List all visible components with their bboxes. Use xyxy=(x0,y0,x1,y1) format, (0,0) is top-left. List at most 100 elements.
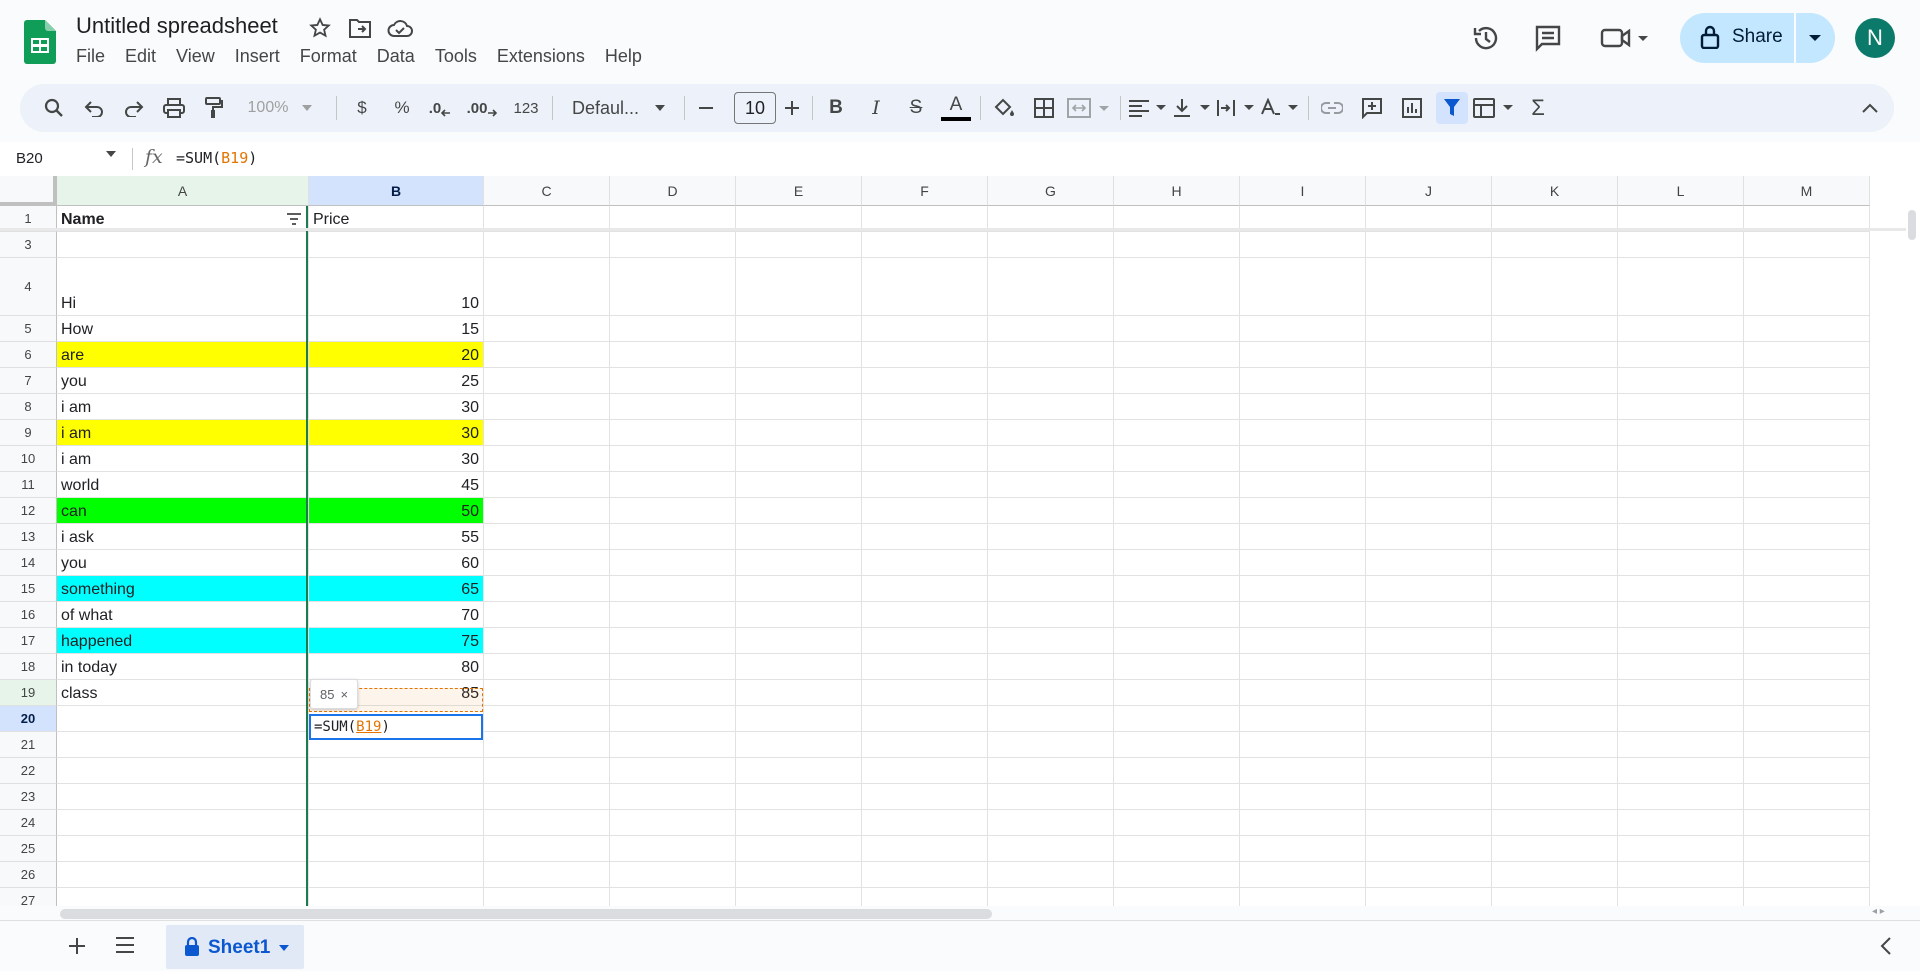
cell-m23[interactable] xyxy=(1744,784,1870,810)
cell-m3[interactable] xyxy=(1744,232,1870,258)
cell-b13[interactable]: 55 xyxy=(309,524,484,550)
column-header-i[interactable]: I xyxy=(1240,176,1366,206)
cell-k22[interactable] xyxy=(1492,758,1618,784)
cell-f3[interactable] xyxy=(862,232,988,258)
sheets-logo-icon[interactable] xyxy=(24,20,56,64)
cell-g23[interactable] xyxy=(988,784,1114,810)
cell-d19[interactable] xyxy=(610,680,736,706)
cell-a26[interactable] xyxy=(57,862,309,888)
cell-g20[interactable] xyxy=(988,706,1114,732)
font-family-select[interactable]: Defaul... xyxy=(560,92,692,124)
cell-g7[interactable] xyxy=(988,368,1114,394)
cell-d3[interactable] xyxy=(610,232,736,258)
menu-tools[interactable]: Tools xyxy=(435,46,477,67)
row-header-14[interactable]: 14 xyxy=(0,550,57,576)
cell-c4[interactable] xyxy=(484,258,610,316)
cell-g5[interactable] xyxy=(988,316,1114,342)
row-header-8[interactable]: 8 xyxy=(0,394,57,420)
cell-e7[interactable] xyxy=(736,368,862,394)
cell-d23[interactable] xyxy=(610,784,736,810)
cell-m25[interactable] xyxy=(1744,836,1870,862)
cell-i7[interactable] xyxy=(1240,368,1366,394)
menu-insert[interactable]: Insert xyxy=(235,46,280,67)
cell-e24[interactable] xyxy=(736,810,862,836)
cell-f17[interactable] xyxy=(862,628,988,654)
cell-j24[interactable] xyxy=(1366,810,1492,836)
cell-d24[interactable] xyxy=(610,810,736,836)
cell-h18[interactable] xyxy=(1114,654,1240,680)
cell-c20[interactable] xyxy=(484,706,610,732)
cell-h26[interactable] xyxy=(1114,862,1240,888)
cell-b18[interactable]: 80 xyxy=(309,654,484,680)
cell-h24[interactable] xyxy=(1114,810,1240,836)
cell-i11[interactable] xyxy=(1240,472,1366,498)
cell-i10[interactable] xyxy=(1240,446,1366,472)
cell-g27[interactable] xyxy=(988,888,1114,906)
cell-k14[interactable] xyxy=(1492,550,1618,576)
cell-f11[interactable] xyxy=(862,472,988,498)
row-header-9[interactable]: 9 xyxy=(0,420,57,446)
cell-i16[interactable] xyxy=(1240,602,1366,628)
cell-j19[interactable] xyxy=(1366,680,1492,706)
frozen-row-divider[interactable] xyxy=(0,228,1906,231)
move-folder-icon[interactable] xyxy=(346,14,374,42)
cell-h13[interactable] xyxy=(1114,524,1240,550)
fill-color-icon[interactable] xyxy=(988,92,1020,124)
cell-j27[interactable] xyxy=(1366,888,1492,906)
menu-format[interactable]: Format xyxy=(300,46,357,67)
cell-a6[interactable]: are xyxy=(57,342,309,368)
cell-b24[interactable] xyxy=(309,810,484,836)
cell-l12[interactable] xyxy=(1618,498,1744,524)
cell-k21[interactable] xyxy=(1492,732,1618,758)
cell-l23[interactable] xyxy=(1618,784,1744,810)
version-history-icon[interactable] xyxy=(1466,18,1506,58)
cell-m16[interactable] xyxy=(1744,602,1870,628)
cell-d18[interactable] xyxy=(610,654,736,680)
avatar[interactable]: N xyxy=(1855,18,1895,58)
cell-c11[interactable] xyxy=(484,472,610,498)
row-header-11[interactable]: 11 xyxy=(0,472,57,498)
row-header-18[interactable]: 18 xyxy=(0,654,57,680)
cell-f26[interactable] xyxy=(862,862,988,888)
cell-h4[interactable] xyxy=(1114,258,1240,316)
cell-e5[interactable] xyxy=(736,316,862,342)
cell-h27[interactable] xyxy=(1114,888,1240,906)
cell-a14[interactable]: you xyxy=(57,550,309,576)
cell-e9[interactable] xyxy=(736,420,862,446)
cell-b11[interactable]: 45 xyxy=(309,472,484,498)
cell-f21[interactable] xyxy=(862,732,988,758)
cell-d16[interactable] xyxy=(610,602,736,628)
cell-c18[interactable] xyxy=(484,654,610,680)
cell-k25[interactable] xyxy=(1492,836,1618,862)
row-header-4[interactable]: 4 xyxy=(0,258,57,316)
cell-f25[interactable] xyxy=(862,836,988,862)
menu-help[interactable]: Help xyxy=(605,46,642,67)
cell-i22[interactable] xyxy=(1240,758,1366,784)
cell-l17[interactable] xyxy=(1618,628,1744,654)
column-header-b[interactable]: B xyxy=(309,176,484,206)
column-header-e[interactable]: E xyxy=(736,176,862,206)
cell-c14[interactable] xyxy=(484,550,610,576)
cell-k8[interactable] xyxy=(1492,394,1618,420)
column-header-a[interactable]: A xyxy=(57,176,309,206)
cell-d4[interactable] xyxy=(610,258,736,316)
cell-c17[interactable] xyxy=(484,628,610,654)
cell-a25[interactable] xyxy=(57,836,309,862)
cell-d27[interactable] xyxy=(610,888,736,906)
cell-m27[interactable] xyxy=(1744,888,1870,906)
cell-g8[interactable] xyxy=(988,394,1114,420)
cell-h10[interactable] xyxy=(1114,446,1240,472)
cell-b14[interactable]: 60 xyxy=(309,550,484,576)
cell-e23[interactable] xyxy=(736,784,862,810)
row-header-19[interactable]: 19 xyxy=(0,680,57,706)
menu-data[interactable]: Data xyxy=(377,46,415,67)
cell-k23[interactable] xyxy=(1492,784,1618,810)
undo-icon[interactable] xyxy=(78,92,110,124)
cell-i26[interactable] xyxy=(1240,862,1366,888)
cell-k9[interactable] xyxy=(1492,420,1618,446)
cell-k24[interactable] xyxy=(1492,810,1618,836)
cell-c5[interactable] xyxy=(484,316,610,342)
font-size-input[interactable]: 10 xyxy=(734,92,776,124)
cell-l19[interactable] xyxy=(1618,680,1744,706)
cell-e8[interactable] xyxy=(736,394,862,420)
